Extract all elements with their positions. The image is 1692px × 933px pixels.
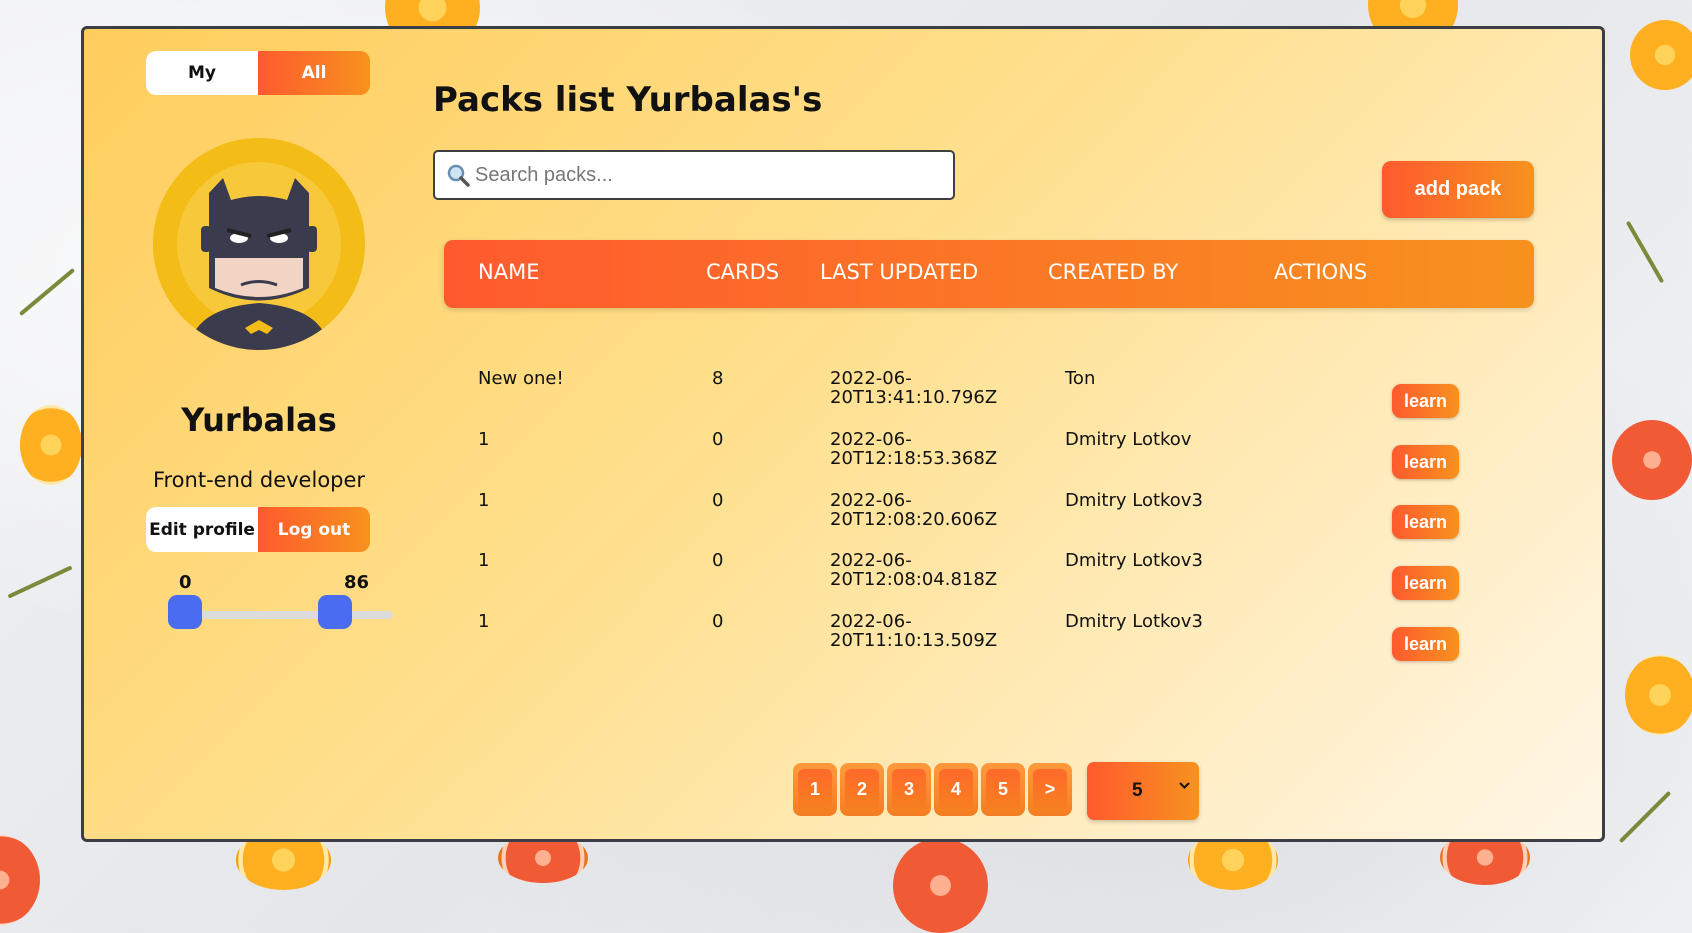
column-header-created-by[interactable]: CREATED BY [1048, 240, 1178, 308]
pack-name: 1 [478, 490, 490, 511]
pack-last-updated: 2022-06-20T12:08:20.606Z [830, 490, 998, 530]
table-row: New one! 8 2022-06-20T13:41:10.796Z Ton … [444, 369, 1534, 429]
page-number: 3 [892, 768, 926, 811]
profile-name: Yurbalas [181, 401, 337, 439]
pack-last-updated: 2022-06-20T12:08:04.818Z [830, 550, 998, 590]
pack-name: 1 [478, 550, 490, 571]
column-header-actions: ACTIONS [1274, 260, 1368, 284]
my-all-toggle: My All [146, 51, 370, 95]
page-number: 2 [845, 768, 879, 811]
slider-min-handle[interactable] [168, 595, 202, 629]
pack-cards: 0 [712, 429, 724, 450]
pack-created-by: Dmitry Lotkov3 [1065, 550, 1203, 571]
column-header-cards[interactable]: CARDS [706, 240, 779, 308]
next-page-button[interactable]: > [1028, 763, 1072, 816]
herb-sprig-decoration [7, 565, 73, 599]
herb-sprig-decoration [18, 267, 76, 317]
learn-button[interactable]: learn [1392, 505, 1459, 539]
pack-name: New one! [478, 368, 564, 389]
herb-sprig-decoration [1618, 790, 1672, 844]
pack-created-by: Dmitry Lotkov [1065, 429, 1192, 450]
pack-last-updated: 2022-06-20T11:10:13.509Z [830, 611, 998, 651]
table-row: 1 0 2022-06-20T12:08:20.606Z Dmitry Lotk… [444, 491, 1534, 551]
page-number: 5 [986, 768, 1020, 811]
profile-subtitle: Front-end developer [152, 468, 366, 492]
page-button-1[interactable]: 1 [793, 763, 837, 816]
search-input[interactable] [475, 163, 935, 187]
toggle-all-button[interactable]: All [258, 51, 370, 95]
page-title: Packs list Yurbalas's [433, 80, 823, 120]
orange-slice-decoration [20, 405, 82, 485]
slider-max-value: 86 [344, 572, 370, 593]
learn-button[interactable]: learn [1392, 566, 1459, 600]
slider-max-handle[interactable] [318, 595, 352, 629]
column-header-last-updated[interactable]: LAST UPDATED [820, 240, 978, 308]
toggle-my-button[interactable]: My [146, 51, 258, 95]
table-row: 1 0 2022-06-20T12:08:04.818Z Dmitry Lotk… [444, 551, 1534, 611]
slider-min-value: 0 [179, 572, 192, 593]
per-page-value: 5 [1132, 780, 1143, 801]
orange-slice-decoration [1625, 655, 1692, 735]
per-page-select[interactable]: 5 [1087, 762, 1199, 820]
table-header: NAME CARDS LAST UPDATED CREATED BY ACTIO… [444, 240, 1534, 308]
learn-button[interactable]: learn [1392, 627, 1459, 661]
pack-created-by: Dmitry Lotkov3 [1065, 611, 1203, 632]
page-button-4[interactable]: 4 [934, 763, 978, 816]
pack-last-updated: 2022-06-20T13:41:10.796Z [830, 368, 998, 408]
learn-button[interactable]: learn [1392, 445, 1459, 479]
search-icon [447, 164, 470, 187]
page-button-5[interactable]: 5 [981, 763, 1025, 816]
page-button-3[interactable]: 3 [887, 763, 931, 816]
pack-cards: 0 [712, 611, 724, 632]
pack-created-by: Ton [1065, 368, 1096, 389]
pack-name: 1 [478, 429, 490, 450]
learn-button[interactable]: learn [1392, 384, 1459, 418]
herb-sprig-decoration [1625, 220, 1665, 284]
cards-range-slider[interactable]: 0 86 [168, 572, 393, 633]
pack-last-updated: 2022-06-20T12:18:53.368Z [830, 429, 998, 469]
chevron-down-icon [1179, 782, 1190, 789]
next-page-label: > [1033, 768, 1067, 811]
grapefruit-slice-decoration [0, 835, 40, 925]
table-row: 1 0 2022-06-20T12:18:53.368Z Dmitry Lotk… [444, 430, 1534, 490]
pack-cards: 8 [712, 368, 724, 389]
profile-actions: Edit profile Log out [146, 507, 370, 552]
column-header-name[interactable]: NAME [478, 240, 539, 308]
orange-slice-decoration [1630, 20, 1692, 90]
add-pack-button[interactable]: add pack [1382, 161, 1534, 218]
page-number: 1 [798, 768, 832, 811]
pack-cards: 0 [712, 490, 724, 511]
page-button-2[interactable]: 2 [840, 763, 884, 816]
avatar [153, 138, 365, 350]
batman-avatar-icon [153, 138, 365, 350]
pagination: 1 2 3 4 5 > [793, 763, 1075, 816]
packs-panel: My All Yurbalas Front-end developer Edit… [81, 26, 1605, 842]
pack-name: 1 [478, 611, 490, 632]
page-number: 4 [939, 768, 973, 811]
pack-cards: 0 [712, 550, 724, 571]
edit-profile-button[interactable]: Edit profile [146, 507, 258, 552]
grapefruit-slice-decoration [893, 838, 988, 933]
logout-button[interactable]: Log out [258, 507, 370, 552]
search-box [433, 150, 955, 200]
pack-created-by: Dmitry Lotkov3 [1065, 490, 1203, 511]
grapefruit-slice-decoration [1612, 420, 1692, 500]
table-row: 1 0 2022-06-20T11:10:13.509Z Dmitry Lotk… [444, 612, 1534, 672]
slider-track[interactable] [176, 611, 393, 619]
